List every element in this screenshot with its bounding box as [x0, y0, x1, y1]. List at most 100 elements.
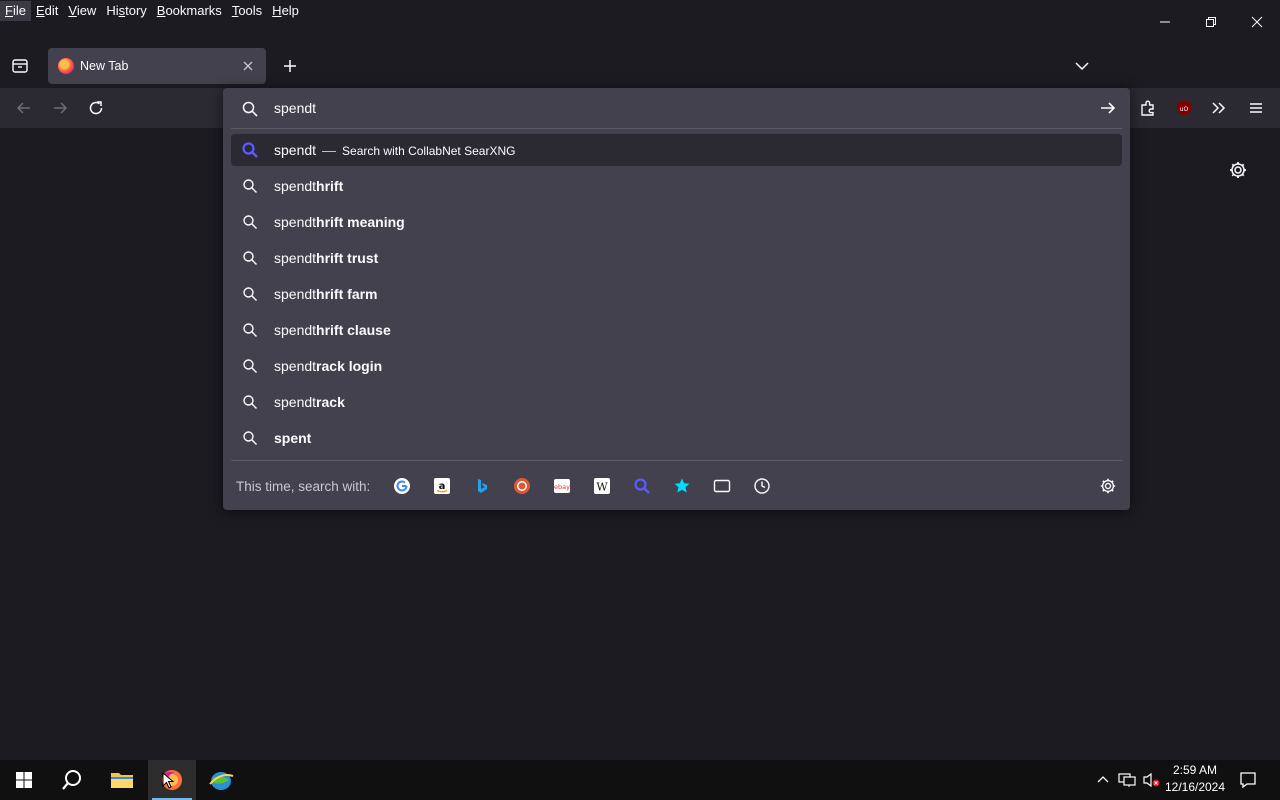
- gear-icon[interactable]: [1099, 477, 1117, 495]
- plus-icon: [284, 60, 296, 72]
- tabs-icon[interactable]: [712, 476, 732, 496]
- suggestion-row[interactable]: spendtrack login: [231, 348, 1122, 384]
- action-center-button[interactable]: [1236, 760, 1260, 800]
- close-window-button[interactable]: [1234, 0, 1280, 44]
- windows-start-icon: [16, 772, 32, 788]
- firefox-taskbar-button[interactable]: [148, 760, 196, 800]
- restore-icon: [1206, 17, 1216, 27]
- one-off-search-bar: This time, search with: a ebay W: [223, 462, 1130, 510]
- clock-date: 12/16/2024: [1164, 780, 1226, 794]
- forward-arrow-icon: [54, 102, 68, 114]
- menu-view[interactable]: View: [63, 1, 101, 21]
- reload-button[interactable]: [84, 96, 108, 120]
- suggestion-row[interactable]: spendtrack: [231, 384, 1122, 420]
- duckduckgo-icon[interactable]: [512, 476, 532, 496]
- search-icon: [241, 213, 259, 231]
- taskbar: 2:59 AM 12/16/2024: [0, 760, 1280, 800]
- start-button[interactable]: [0, 760, 48, 800]
- app-taskbar-button[interactable]: [197, 760, 245, 800]
- mouse-cursor-icon: [162, 772, 175, 789]
- close-tab-button[interactable]: [240, 58, 256, 74]
- bookmarks-icon[interactable]: [672, 476, 692, 496]
- menu-history[interactable]: History: [101, 1, 151, 21]
- back-arrow-icon: [16, 102, 30, 114]
- volume-button[interactable]: [1140, 760, 1162, 800]
- google-icon[interactable]: [392, 476, 412, 496]
- tab-strip: New Tab: [0, 44, 1280, 88]
- newtab-settings-button[interactable]: [1228, 160, 1250, 182]
- history-icon[interactable]: [752, 476, 772, 496]
- file-explorer-button[interactable]: [98, 760, 146, 800]
- extensions-button[interactable]: [1136, 96, 1160, 120]
- menu-edit[interactable]: Edit: [31, 1, 63, 21]
- search-taskbar-button[interactable]: [48, 760, 96, 800]
- ublock-button[interactable]: uO: [1172, 96, 1196, 120]
- ebay-icon[interactable]: ebay: [552, 476, 572, 496]
- clock-time: 2:59 AM: [1172, 763, 1218, 777]
- chevron-up-icon: [1097, 776, 1109, 783]
- amazon-icon[interactable]: a: [432, 476, 452, 496]
- suggestion-row[interactable]: spendthrift farm: [231, 276, 1122, 312]
- suggestion-row[interactable]: spendthrift clause: [231, 312, 1122, 348]
- suggestion-row[interactable]: spent: [231, 420, 1122, 456]
- svg-text:a: a: [439, 481, 446, 492]
- suggestion-row[interactable]: spendthrift: [231, 168, 1122, 204]
- hamburger-menu-icon: [1250, 103, 1262, 113]
- network-button[interactable]: [1116, 760, 1138, 800]
- go-arrow-icon[interactable]: [1099, 99, 1117, 117]
- app-menu-button[interactable]: [1244, 96, 1268, 120]
- firefox-view-icon: [12, 59, 28, 73]
- result-search-engine[interactable]: spendt — Search with CollabNet SearXNG: [231, 134, 1122, 166]
- show-hidden-icons-button[interactable]: [1093, 760, 1113, 800]
- minimize-icon: [1160, 21, 1170, 23]
- search-icon: [241, 249, 259, 267]
- urlbar-input-row: spendt: [223, 88, 1130, 128]
- folder-icon: [111, 773, 133, 788]
- menu-file[interactable]: File: [0, 1, 31, 21]
- urlbar-results: spendt — Search with CollabNet SearXNG spe…: [231, 134, 1122, 456]
- wikipedia-icon[interactable]: W: [592, 476, 612, 496]
- firefox-view-button[interactable]: [8, 54, 32, 78]
- ublock-origin-icon: uO: [1177, 100, 1191, 116]
- urlbar-input[interactable]: spendt: [274, 100, 316, 116]
- searxng-icon[interactable]: [632, 476, 652, 496]
- back-button[interactable]: [12, 96, 36, 120]
- svg-text:ebay: ebay: [554, 483, 570, 491]
- volume-muted-icon: [1143, 772, 1160, 788]
- list-all-tabs-button[interactable]: [1072, 56, 1092, 76]
- search-icon: [241, 393, 259, 411]
- restore-button[interactable]: [1188, 0, 1234, 44]
- puzzle-icon: [1141, 100, 1154, 116]
- globe-app-icon: [209, 772, 234, 790]
- double-chevron-right-icon: [1212, 102, 1226, 114]
- divider: [231, 460, 1122, 461]
- menu-bookmarks[interactable]: Bookmarks: [152, 1, 227, 21]
- suggestion-text: spendtrack: [274, 394, 345, 410]
- search-icon: [242, 101, 258, 117]
- taskbar-clock[interactable]: 2:59 AM 12/16/2024: [1160, 762, 1230, 798]
- searxng-icon: [241, 141, 259, 159]
- tab-new-tab[interactable]: New Tab: [48, 48, 266, 84]
- reload-icon: [89, 101, 103, 115]
- one-off-label: This time, search with:: [236, 478, 371, 494]
- suggestion-row[interactable]: spendthrift trust: [231, 240, 1122, 276]
- menu-bar: File Edit View History Bookmarks Tools H…: [0, 0, 1280, 22]
- more-tools-button[interactable]: [1207, 96, 1231, 120]
- menu-help[interactable]: Help: [267, 1, 304, 21]
- window-controls: [1142, 0, 1280, 44]
- result-label: spendt — Search with CollabNet SearXNG: [274, 142, 516, 158]
- suggestion-text: spendthrift clause: [274, 322, 391, 338]
- gear-icon: [1230, 162, 1246, 178]
- bing-icon[interactable]: [472, 476, 492, 496]
- search-icon: [62, 770, 81, 790]
- suggestion-row[interactable]: spendthrift meaning: [231, 204, 1122, 240]
- network-icon: [1118, 773, 1136, 787]
- notification-icon: [1240, 772, 1256, 789]
- search-icon: [241, 357, 259, 375]
- urlbar-popup: spendt spendt — Search with CollabNet Sear…: [223, 88, 1130, 510]
- search-icon: [241, 285, 259, 303]
- menu-tools[interactable]: Tools: [227, 1, 267, 21]
- forward-button[interactable]: [48, 96, 72, 120]
- minimize-button[interactable]: [1142, 0, 1188, 44]
- new-tab-button[interactable]: [280, 56, 300, 76]
